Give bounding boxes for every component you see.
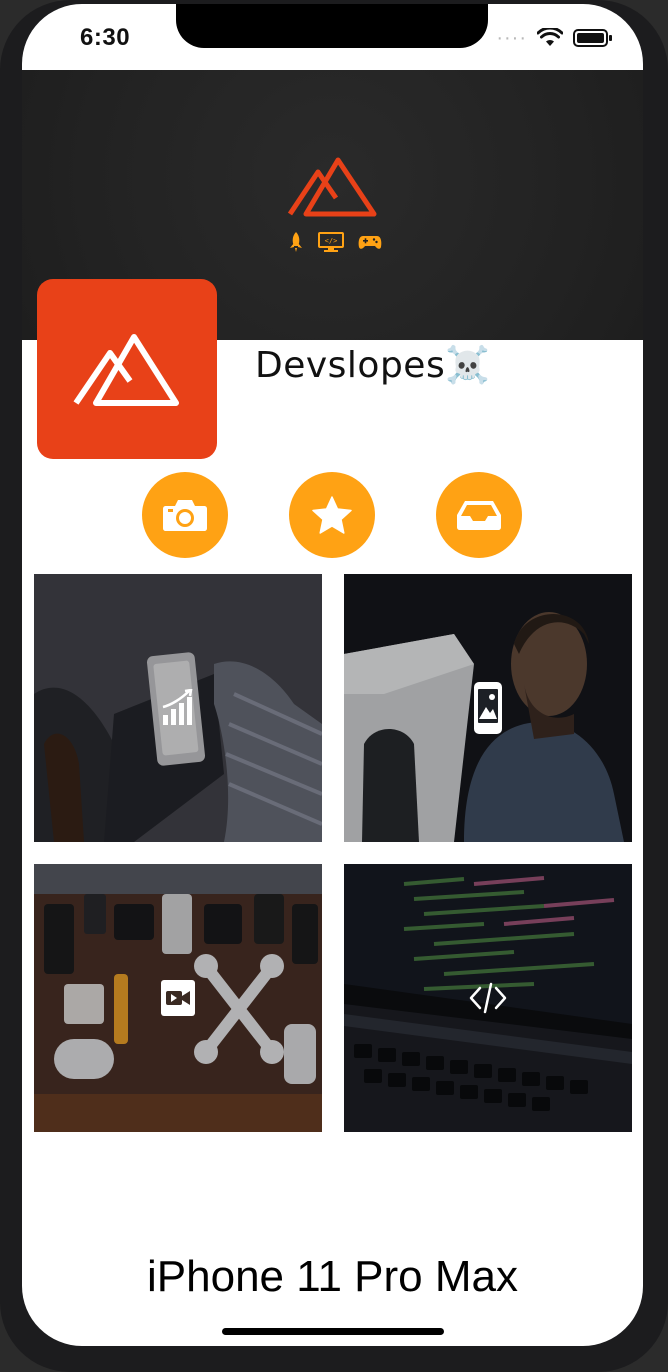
camera-icon <box>163 500 207 531</box>
status-icons: ···· <box>496 28 613 48</box>
camera-button[interactable] <box>142 472 228 558</box>
bar-chart-icon <box>162 689 193 725</box>
profile-name: Devslopes☠️ <box>255 345 491 386</box>
analytics-tile[interactable] <box>34 574 322 842</box>
signal-dots-icon: ···· <box>496 27 527 49</box>
inbox-tray-icon <box>457 501 501 530</box>
status-time: 6:30 <box>80 24 131 51</box>
star-icon <box>312 496 352 534</box>
code-tile[interactable] <box>344 864 632 1132</box>
device-frame: 6:30 ···· </> Devslopes☠️ iPhone 11 Pro … <box>0 0 668 1372</box>
gamepad-icon <box>358 236 382 249</box>
mountain-logo-icon <box>73 334 179 406</box>
code-monitor-icon: </> <box>318 232 344 252</box>
battery-icon <box>573 29 612 47</box>
device-notch <box>176 4 488 48</box>
code-brackets-icon <box>469 982 507 1014</box>
photo-tile[interactable] <box>344 574 632 842</box>
profile-avatar[interactable] <box>37 279 217 459</box>
favorites-button[interactable] <box>289 472 375 558</box>
wifi-icon <box>537 28 563 46</box>
category-icons: </> <box>288 232 382 252</box>
photo-icon <box>474 682 502 734</box>
app-screen: 6:30 ···· </> Devslopes☠️ iPhone 11 Pro … <box>22 4 643 1346</box>
svg-text:</>: </> <box>325 237 338 245</box>
video-tile[interactable] <box>34 864 322 1132</box>
mountain-logo-icon <box>287 157 377 217</box>
rocket-icon <box>290 232 302 252</box>
inbox-button[interactable] <box>436 472 522 558</box>
home-indicator[interactable] <box>222 1328 444 1335</box>
action-row <box>22 472 643 560</box>
device-caption: iPhone 11 Pro Max <box>147 1252 518 1301</box>
video-camera-icon <box>161 980 195 1016</box>
